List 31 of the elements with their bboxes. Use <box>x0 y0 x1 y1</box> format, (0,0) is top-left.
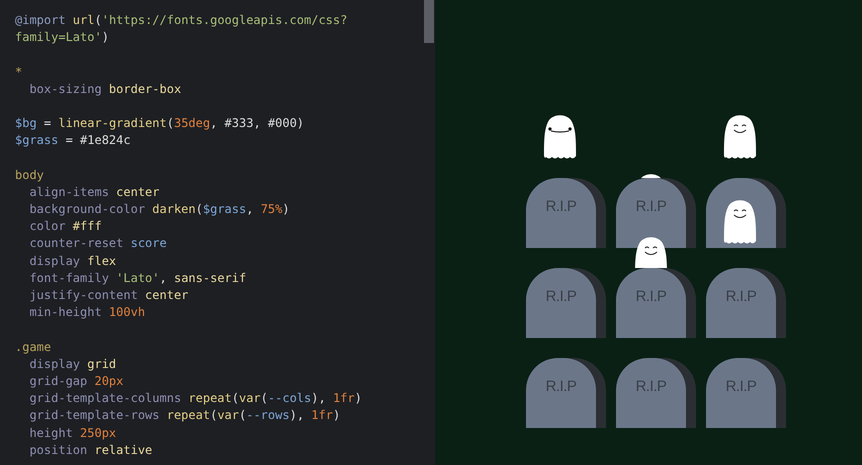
code-line: min-height 100vh <box>28 304 146 322</box>
code-line: height 250px <box>28 424 116 442</box>
tombstone-text: R.I.P <box>726 288 756 306</box>
code-line: font-family 'Lato', sans-serif <box>28 270 246 287</box>
tombstone-text: R.I.P <box>636 378 666 396</box>
tombstone-text: R.I.P <box>546 378 576 396</box>
code-line: * <box>15 64 22 81</box>
code-line: position relative <box>28 442 152 459</box>
code-line: $bg = linear-gradient(35deg, #333, #000) <box>15 115 304 132</box>
scrollbar[interactable] <box>424 0 434 43</box>
code-line: box-sizing border-box <box>28 80 182 98</box>
tombstone-text: R.I.P <box>636 288 666 306</box>
code-line: .game <box>15 338 52 356</box>
code-line: color #fff <box>28 218 102 236</box>
tombstone-text: R.I.P <box>546 288 576 306</box>
code-line: background-color darken($grass, 75%) <box>28 201 290 218</box>
code-line: body <box>15 166 44 184</box>
code-line: @import url('https://fonts.googleapis.com/css? <box>15 12 348 29</box>
code-line: justify-content center <box>28 287 188 304</box>
tombstone-text: R.I.P <box>636 198 666 216</box>
code-line: grid-gap 20px <box>28 372 124 390</box>
tombstone-text: R.I.P <box>546 198 576 216</box>
tombstone-text: R.I.P <box>726 378 756 396</box>
code-line: grid-template-columns repeat(var(--cols), 1fr) <box>28 390 362 408</box>
code-line: display grid <box>28 356 116 373</box>
code-line: family=Lato') <box>15 29 109 46</box>
code-line: counter-reset score <box>28 235 167 252</box>
code-line: align-items center <box>28 184 160 201</box>
code-line: grid-template-rows repeat(var(--rows), 1fr) <box>28 407 340 424</box>
code-line: $grass = #1e824c <box>15 132 131 150</box>
code-line: display flex <box>28 252 116 270</box>
